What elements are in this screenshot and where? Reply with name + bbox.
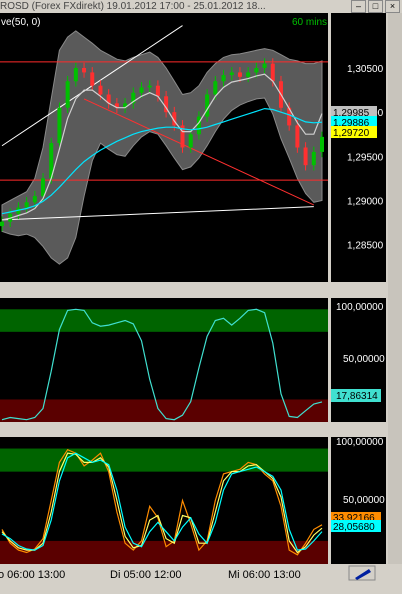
price-tick: 1,29500: [347, 152, 384, 163]
price-tick: 1,29000: [347, 197, 384, 208]
price-tick: 1,30500: [347, 64, 384, 75]
oscillator-zone: [0, 399, 328, 422]
oscillator-zone: [0, 309, 328, 332]
candle-body: [98, 85, 103, 95]
osc2-tick: 50,00000: [343, 495, 385, 506]
candle-body: [221, 75, 226, 82]
candle-body: [0, 221, 4, 227]
candle-body: [147, 85, 152, 88]
candle-body: [32, 196, 37, 203]
osc1-value-label: 17,86314: [336, 391, 378, 402]
candle-body: [196, 116, 201, 135]
draw-tool-button[interactable]: [348, 565, 376, 581]
candle-body: [303, 147, 308, 166]
candle-body: [90, 72, 95, 86]
indicator-label: ve(50, 0): [1, 17, 40, 28]
candle-body: [270, 63, 275, 82]
candle-body: [295, 125, 300, 148]
candle-body: [254, 68, 259, 73]
right-scrollbar[interactable]: [388, 13, 402, 564]
candle-body: [205, 94, 210, 117]
close-button[interactable]: ×: [385, 0, 400, 13]
time-label: o 06:00 13:00: [0, 569, 65, 581]
candle-body: [237, 72, 242, 77]
candle-body: [246, 72, 251, 77]
time-label: Mi 06:00 13:00: [228, 569, 301, 581]
candle-body: [65, 81, 70, 108]
candle-body: [82, 68, 87, 73]
timeframe-label: 60 mins: [292, 17, 327, 28]
window-title: ROSD (Forex FXdirekt) 19.01.2012 17:00 -…: [0, 1, 266, 12]
candle-body: [213, 81, 218, 95]
price-tick: 1,28500: [347, 241, 384, 252]
window-controls: – □ ×: [351, 0, 400, 13]
time-label: Di 05:00 12:00: [110, 569, 182, 581]
candle-body: [262, 63, 267, 68]
status-bar: [0, 582, 402, 594]
candle-body: [41, 178, 46, 197]
title-bar: ROSD (Forex FXdirekt) 19.01.2012 17:00 -…: [0, 0, 402, 13]
osc2-value-label-cyan: 28,05680: [333, 522, 375, 533]
candle-body: [57, 107, 62, 144]
oscillator-zone: [0, 448, 328, 472]
osc1-tick: 100,00000: [336, 302, 384, 313]
minimize-button[interactable]: –: [351, 0, 366, 13]
candle-body: [229, 72, 234, 76]
osc1-tick: 50,00000: [343, 354, 385, 365]
candle-body: [311, 151, 316, 166]
maximize-button[interactable]: □: [368, 0, 383, 13]
candle-body: [155, 85, 160, 97]
chart-area[interactable]: ve(50, 0) 60 mins 1,30500 1,30000 1,2950…: [0, 13, 402, 582]
osc2-tick: 100,00000: [336, 437, 384, 448]
candle-body: [24, 202, 29, 208]
oscillator-zone: [0, 540, 328, 564]
candle-body: [73, 68, 78, 82]
candle-body: [188, 134, 193, 148]
candle-body: [139, 87, 144, 93]
candle-body: [320, 136, 324, 152]
price-label: 1,29720: [333, 128, 370, 139]
